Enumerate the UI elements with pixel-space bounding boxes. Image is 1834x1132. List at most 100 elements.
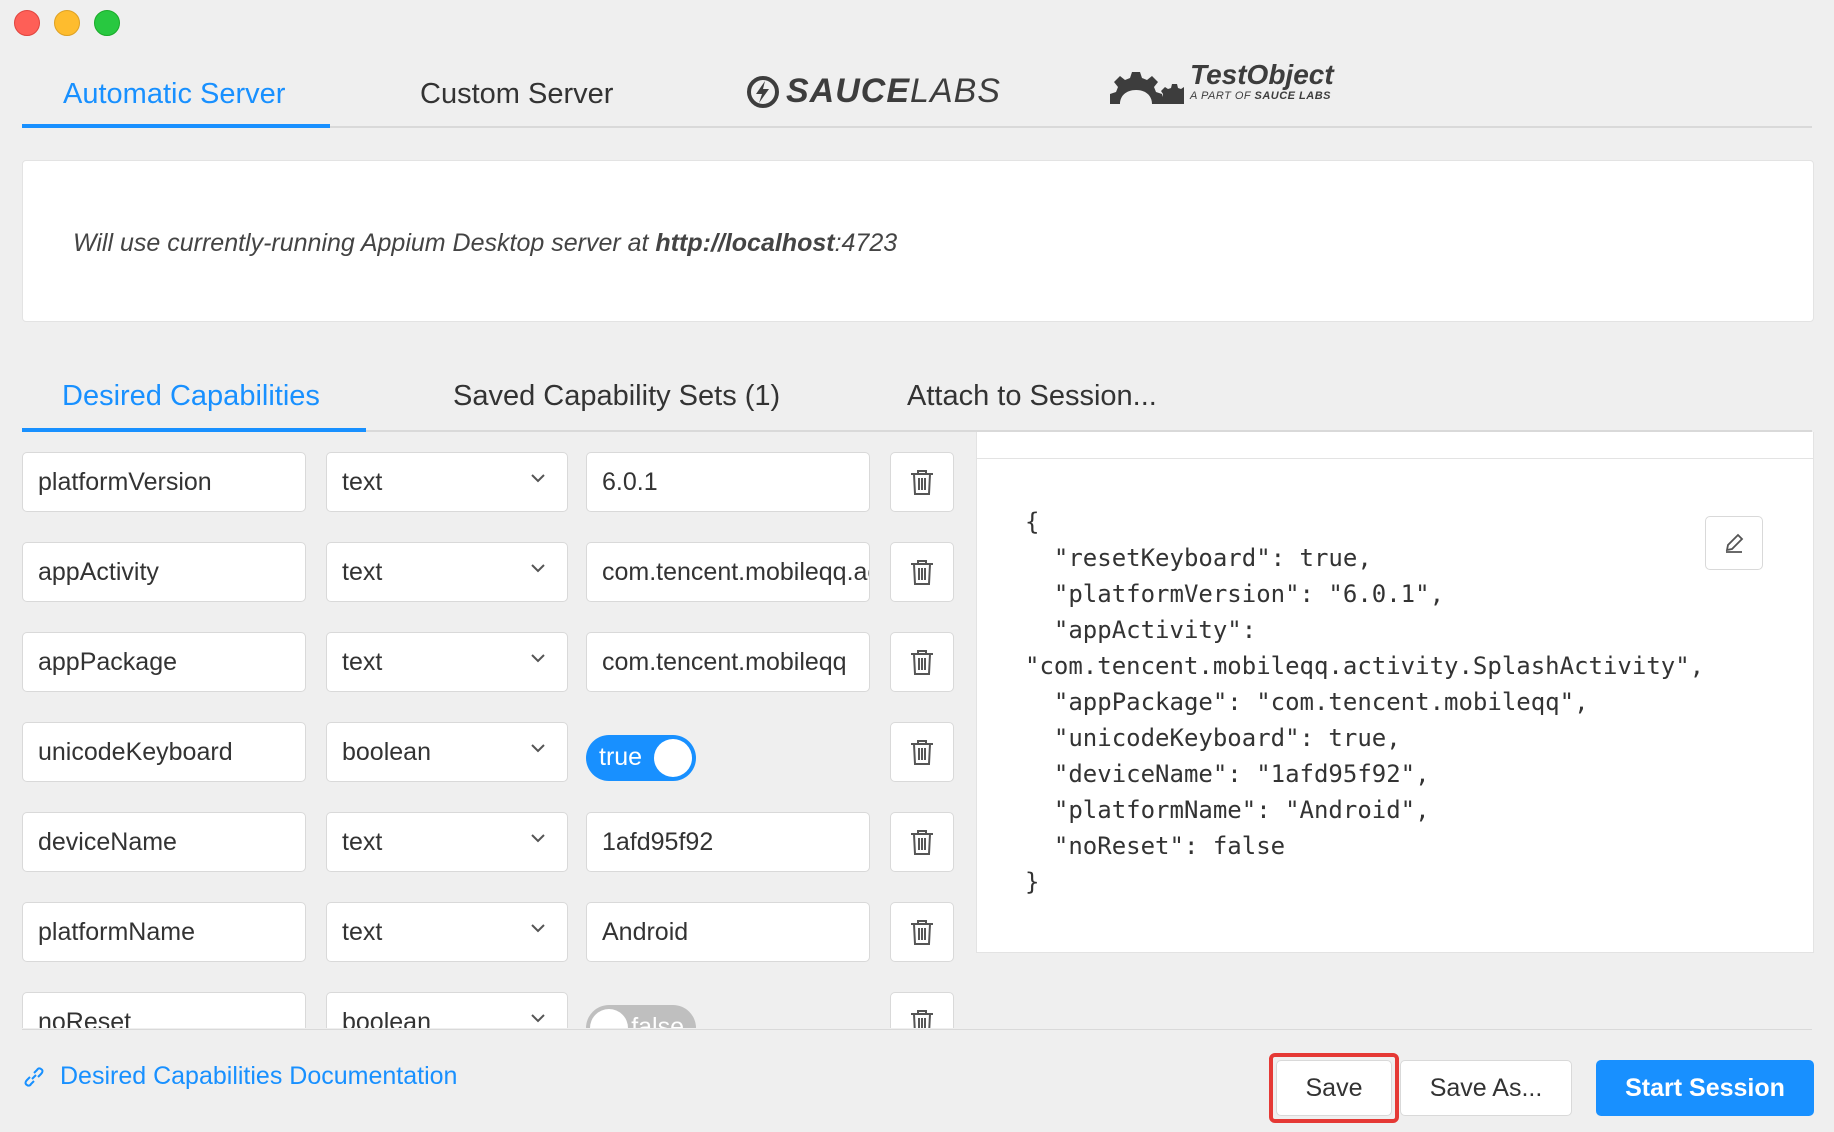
capability-type-select[interactable]: text [326, 452, 568, 512]
trash-icon [911, 920, 933, 945]
trash-icon [911, 740, 933, 765]
json-preview-code: { "resetKeyboard": true, "platformVersio… [1025, 508, 1705, 896]
tab-custom-server[interactable]: Custom Server [420, 78, 613, 111]
server-info-text: Will use currently-running Appium Deskto… [73, 229, 656, 257]
delete-capability-button[interactable] [890, 812, 954, 872]
capability-name-input[interactable]: appActivity [22, 542, 306, 602]
capability-value-input[interactable]: com.tencent.mobileqq.activity.SplashActi… [586, 542, 870, 602]
capability-row: unicodeKeyboard boolean true [22, 722, 962, 786]
active-cap-tab-indicator [22, 428, 366, 432]
tab-desired-capabilities[interactable]: Desired Capabilities [62, 380, 320, 413]
delete-capability-button[interactable] [890, 542, 954, 602]
toggle-knob [654, 739, 692, 777]
chevron-down-icon [531, 924, 545, 933]
server-info-panel: Will use currently-running Appium Deskto… [22, 160, 1814, 322]
capability-row: appPackage text com.tencent.mobileqq [22, 632, 962, 696]
capability-value-input[interactable]: com.tencent.mobileqq [586, 632, 870, 692]
window-zoom-button[interactable] [94, 10, 120, 36]
capability-name-input[interactable]: platformVersion [22, 452, 306, 512]
capability-name-input[interactable]: platformName [22, 902, 306, 962]
tab-saved-capability-sets[interactable]: Saved Capability Sets (1) [453, 380, 780, 413]
pencil-icon [1725, 533, 1744, 553]
trash-icon [911, 650, 933, 675]
capability-type-value: text [342, 467, 383, 496]
trash-icon [911, 830, 933, 855]
capability-rows: platformVersion text 6.0.1 appActivity t… [0, 440, 980, 1028]
testobject-subtitle-prefix: A PART OF [1190, 90, 1255, 102]
capability-type-value: text [342, 917, 383, 946]
capability-type-select[interactable]: text [326, 812, 568, 872]
footer-divider [22, 1029, 1812, 1030]
capability-row: platformName text Android [22, 902, 962, 966]
save-as-button[interactable]: Save As... [1400, 1060, 1572, 1116]
capability-type-select[interactable]: text [326, 632, 568, 692]
start-session-button[interactable]: Start Session [1596, 1060, 1814, 1116]
capability-type-value: text [342, 557, 383, 586]
active-tab-indicator [22, 124, 330, 128]
chevron-down-icon [531, 744, 545, 753]
testobject-gear-icon [1110, 72, 1184, 104]
chevron-down-icon [531, 834, 545, 843]
delete-capability-button[interactable] [890, 992, 954, 1028]
capability-row: noReset boolean false [22, 992, 962, 1028]
capability-row: platformVersion text 6.0.1 [22, 452, 962, 516]
tab-attach-to-session[interactable]: Attach to Session... [907, 380, 1157, 413]
capability-type-value: boolean [342, 737, 431, 766]
desired-capabilities-doc-link[interactable]: Desired Capabilities Documentation [22, 1062, 457, 1091]
tab-testobject[interactable]: TestObject A PART OF SAUCE LABS [1106, 60, 1334, 106]
testobject-title: TestObject [1190, 59, 1334, 90]
tab-saucelabs[interactable]: SAUCE LABS [746, 72, 1001, 111]
doc-link-label: Desired Capabilities Documentation [60, 1062, 458, 1090]
chevron-down-icon [531, 654, 545, 663]
trash-icon [911, 470, 933, 495]
capability-value-input[interactable]: 6.0.1 [586, 452, 870, 512]
capability-value-input[interactable]: Android [586, 902, 870, 962]
server-info-message: Will use currently-running Appium Deskto… [73, 229, 897, 258]
capability-value-toggle[interactable]: true [586, 735, 696, 781]
testobject-subtitle: A PART OF SAUCE LABS [1190, 90, 1334, 102]
chevron-down-icon [531, 564, 545, 573]
delete-capability-button[interactable] [890, 722, 954, 782]
capability-value-input[interactable]: 1afd95f92 [586, 812, 870, 872]
capability-row: appActivity text com.tencent.mobileqq.ac… [22, 542, 962, 606]
capability-type-select[interactable]: boolean [326, 722, 568, 782]
edit-json-button[interactable] [1705, 516, 1763, 570]
capability-type-select[interactable]: boolean [326, 992, 568, 1028]
capability-name-input[interactable]: deviceName [22, 812, 306, 872]
capability-row: deviceName text 1afd95f92 [22, 812, 962, 876]
toggle-label: false [631, 1013, 684, 1028]
testobject-wordmark: TestObject A PART OF SAUCE LABS [1190, 59, 1334, 103]
saucelabs-logo-light: LABS [910, 72, 1001, 110]
capability-type-value: text [342, 647, 383, 676]
trash-icon [911, 1010, 933, 1028]
server-url-host: http://localhost [655, 229, 835, 257]
window-close-button[interactable] [14, 10, 40, 36]
delete-capability-button[interactable] [890, 632, 954, 692]
json-preview-panel: { "resetKeyboard": true, "platformVersio… [976, 432, 1814, 953]
link-icon [24, 1066, 44, 1087]
saucelabs-bolt-icon [747, 75, 779, 108]
chevron-down-icon [531, 1014, 545, 1023]
capability-type-value: text [342, 827, 383, 856]
trash-icon [911, 560, 933, 585]
toggle-knob [590, 1009, 628, 1028]
save-button-highlight [1269, 1053, 1399, 1123]
capability-name-input[interactable]: noReset [22, 992, 306, 1028]
capability-type-value: boolean [342, 1007, 431, 1029]
json-panel-header [977, 432, 1813, 459]
testobject-subtitle-brand: SAUCE LABS [1254, 90, 1332, 102]
chevron-down-icon [531, 474, 545, 483]
server-tabs: Automatic Server Custom Server SAUCE LABS… [22, 60, 1812, 128]
tab-automatic-server[interactable]: Automatic Server [63, 78, 285, 111]
capability-tabs: Desired Capabilities Saved Capability Se… [22, 372, 1812, 432]
capability-value-toggle[interactable]: false [586, 1005, 696, 1028]
capability-type-select[interactable]: text [326, 902, 568, 962]
capability-name-input[interactable]: unicodeKeyboard [22, 722, 306, 782]
toggle-label: true [599, 743, 643, 771]
capability-name-input[interactable]: appPackage [22, 632, 306, 692]
saucelabs-logo-bold: SAUCE [786, 72, 911, 110]
delete-capability-button[interactable] [890, 452, 954, 512]
capability-type-select[interactable]: text [326, 542, 568, 602]
window-minimize-button[interactable] [54, 10, 80, 36]
delete-capability-button[interactable] [890, 902, 954, 962]
